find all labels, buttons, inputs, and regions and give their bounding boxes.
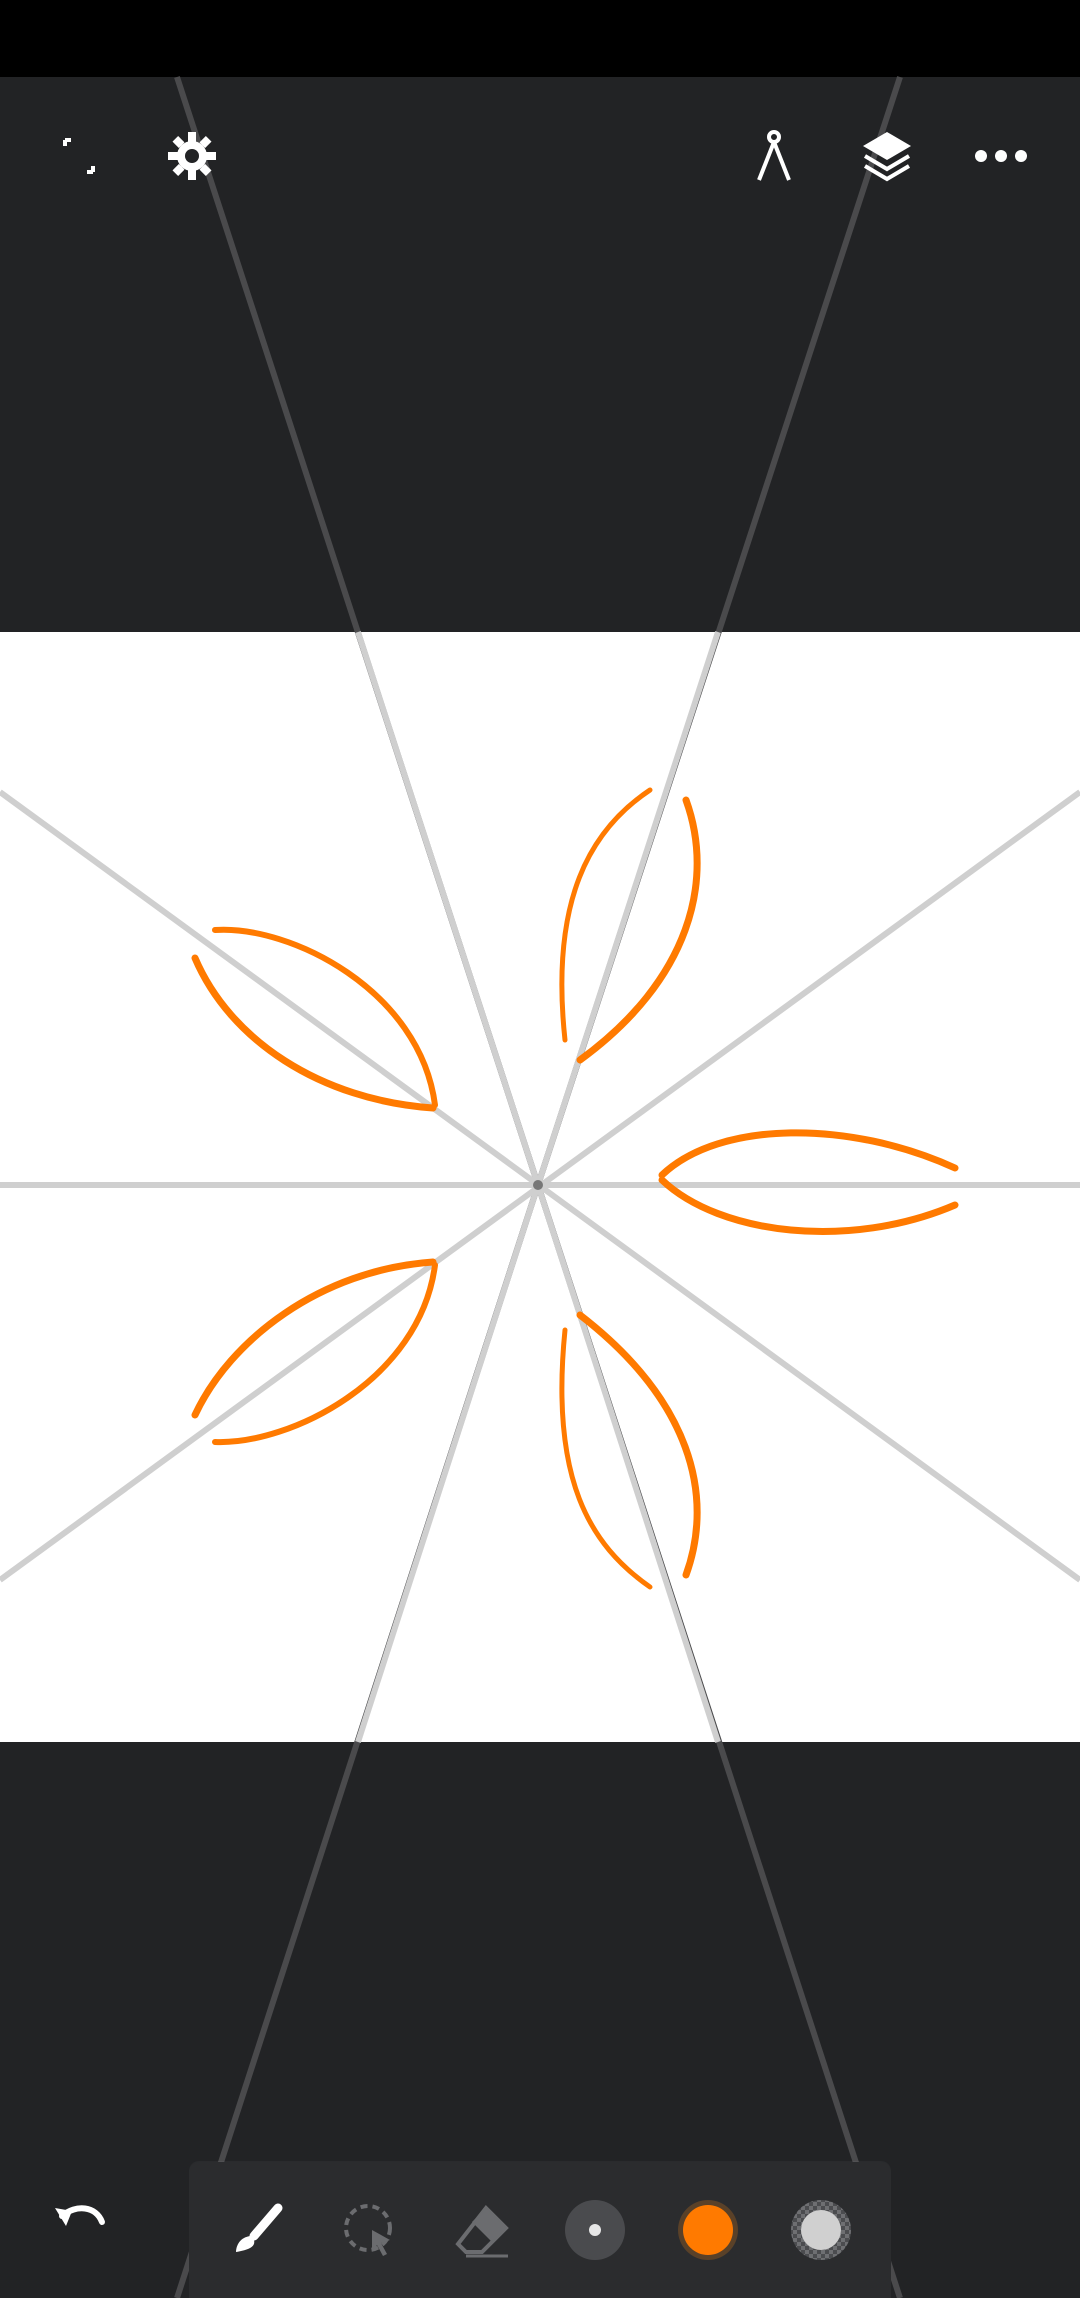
- drawing-layer[interactable]: [0, 0, 1080, 2298]
- gear-icon: [168, 132, 216, 180]
- color-picker-button[interactable]: [660, 2182, 756, 2278]
- undo-icon: [55, 2205, 105, 2226]
- layers-icon: [863, 132, 911, 182]
- brush-icon: [236, 2203, 283, 2252]
- eraser-icon: [455, 2204, 509, 2258]
- eraser-tool-button[interactable]: [434, 2182, 530, 2278]
- opacity-icon: [791, 2200, 851, 2260]
- more-button[interactable]: [956, 111, 1046, 201]
- orange-strokes: [191, 787, 959, 1590]
- settings-button[interactable]: [147, 111, 237, 201]
- bottom-toolbar: [189, 2162, 891, 2298]
- layers-button[interactable]: [842, 111, 932, 201]
- more-icon: [975, 150, 1027, 162]
- color-swatch-icon: [678, 2200, 738, 2260]
- lasso-select-tool-button[interactable]: [322, 2182, 418, 2278]
- brush-size-button[interactable]: [547, 2182, 643, 2278]
- fullscreen-icon: [63, 138, 95, 174]
- fullscreen-button[interactable]: [34, 111, 124, 201]
- brush-tool-button[interactable]: [210, 2182, 306, 2278]
- undo-button[interactable]: [35, 2177, 125, 2267]
- lasso-select-icon: [344, 2204, 392, 2256]
- brush-size-icon: [565, 2200, 625, 2260]
- opacity-button[interactable]: [773, 2182, 869, 2278]
- compass-icon: [757, 130, 791, 181]
- symmetry-guides: [0, 76, 1080, 2298]
- compass-button[interactable]: [729, 111, 819, 201]
